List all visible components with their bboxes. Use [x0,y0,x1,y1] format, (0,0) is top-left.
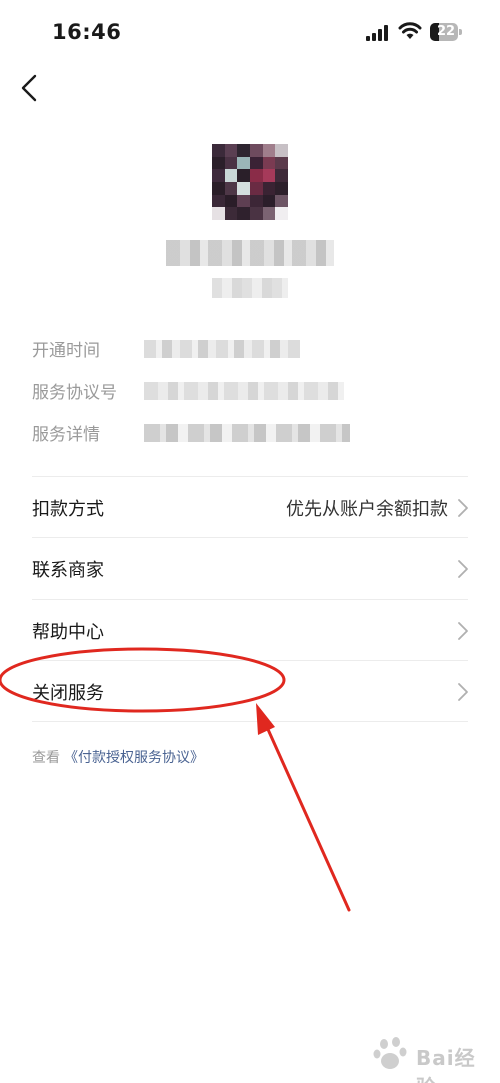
service-detail-page: 16:46 22 开通时间 服务协议号 服务详情 扣款方式 优先从账户余额扣款 … [0,0,500,1083]
merchant-logo [212,144,288,220]
menu-item-close-service[interactable]: 关闭服务 [0,661,500,721]
annotation-arrow-shaft [260,714,351,912]
divider [32,721,468,722]
battery-level: 22 [437,24,456,39]
chevron-right-icon [458,622,468,640]
info-label: 服务协议号 [32,383,117,403]
info-value-blurred [144,382,344,400]
merchant-subtitle-blurred [212,278,288,298]
watermark-text: Bai经验 [416,1046,476,1083]
info-label: 开通时间 [32,341,100,361]
agreement-link[interactable]: 《付款授权服务协议》 [64,750,204,766]
signal-icon [366,25,388,41]
chevron-right-icon [458,560,468,578]
status-time: 16:46 [52,20,122,44]
chevron-right-icon [458,683,468,701]
menu-item-label: 扣款方式 [32,499,104,520]
menu-item-help-center[interactable]: 帮助中心 [0,600,500,660]
info-label: 服务详情 [32,425,100,445]
merchant-name-blurred [166,240,334,266]
menu-item-label: 帮助中心 [32,622,104,643]
menu-item-label: 联系商家 [32,560,104,581]
baidu-jingyan-watermark: Bai经验 [370,1030,490,1083]
paw-logo-icon [373,1037,407,1069]
status-bar: 16:46 22 [0,0,500,64]
battery-icon: 22 [430,23,462,41]
chevron-right-icon [458,499,468,517]
menu-item-payment-method[interactable]: 扣款方式 优先从账户余额扣款 [0,477,500,537]
agreement-prefix: 查看 [32,750,60,766]
back-button[interactable] [16,72,46,104]
agreement-line: 查看 《付款授权服务协议》 [32,747,204,767]
menu-item-label: 关闭服务 [32,683,104,704]
menu-item-contact-merchant[interactable]: 联系商家 [0,538,500,598]
info-value-blurred [144,340,300,358]
wifi-icon [398,22,422,39]
menu-item-value: 优先从账户余额扣款 [286,499,448,520]
info-value-blurred [144,424,350,442]
